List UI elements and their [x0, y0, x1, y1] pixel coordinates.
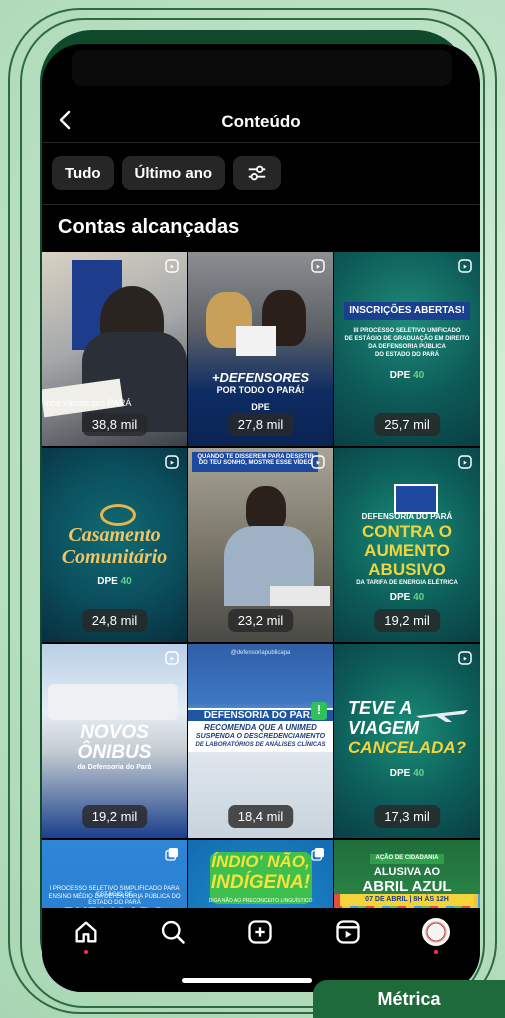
reels-icon	[311, 259, 325, 273]
post-headline: VIAGEM	[348, 718, 420, 738]
post-headline: INSCRIÇÕES ABERTAS!	[349, 305, 465, 316]
post-subline: DE LABORATÓRIOS DE ANÁLISES CLÍNICAS	[195, 742, 326, 748]
post-headline: AUMENTO	[364, 541, 450, 560]
post-thumbnail[interactable]: QUANDO TE DISSEREM PARA DESISTIR DO TEU …	[188, 448, 333, 642]
post-headline: ALUSIVA AO	[373, 866, 441, 878]
post-thumbnail[interactable]: TEVE A VIAGEM CANCELADA? DPE 40 17,3 mil	[334, 644, 480, 838]
filter-last-year-chip[interactable]: Último ano	[121, 156, 226, 190]
top-bar: Conteúdo	[42, 102, 480, 142]
post-headline: CONTRA O	[361, 522, 453, 541]
post-thumbnail[interactable]: DEFENSORIA DO PARÁ CONTRA O AUMENTO ABUS…	[334, 448, 480, 642]
post-tag: AÇÃO DE CIDADANIA	[375, 855, 439, 861]
reach-badge: 27,8 mil	[227, 413, 294, 436]
post-headline: INDÍGENA!	[210, 872, 311, 893]
post-headline: Comunitário	[61, 546, 168, 568]
phone-screen: Conteúdo Tudo Último ano Contas alcançad…	[42, 44, 480, 992]
reels-icon	[458, 259, 472, 273]
filter-settings-button[interactable]	[233, 156, 282, 190]
filter-all-chip[interactable]: Tudo	[52, 156, 114, 190]
reels-icon	[458, 651, 472, 665]
reels-icon	[311, 455, 325, 469]
bus-graphic	[48, 684, 178, 720]
post-headline: CANCELADA?	[348, 738, 467, 757]
post-subline: POR TODO O PARÁ!	[216, 385, 305, 395]
reach-badge: 17,3 mil	[374, 805, 440, 828]
post-subline: da Defensoria do Pará	[77, 764, 152, 771]
logo: DPE 40	[389, 768, 425, 779]
divider	[42, 142, 480, 143]
post-headline: TEVE A	[348, 698, 413, 718]
post-subline: DEFENSORIA DO PARÁ	[361, 512, 453, 521]
sliders-icon	[248, 165, 266, 181]
post-headline: ABUSIVO	[368, 560, 446, 579]
filter-chips: Tudo Último ano	[52, 156, 282, 190]
reach-badge: 19,2 mil	[81, 805, 148, 828]
home-icon[interactable]	[72, 918, 100, 946]
post-headline: Casamento	[68, 524, 161, 546]
overlay-text: nós vamos pro PARÁ	[46, 398, 132, 408]
search-icon[interactable]	[159, 918, 187, 946]
event-date: 07 DE ABRIL | 8H ÀS 12H	[365, 896, 449, 903]
post-thumbnail[interactable]: Casamento Comunitário DPE 40 24,8 mil	[42, 448, 187, 642]
profile-avatar[interactable]	[422, 918, 450, 946]
reach-badge: 19,2 mil	[374, 609, 440, 632]
post-thumbnail[interactable]: INSCRIÇÕES ABERTAS! III PROCESSO SELETIV…	[334, 252, 480, 446]
post-subline: DA DEFENSORIA PÚBLICA	[368, 344, 446, 350]
post-thumbnail[interactable]: +DEFENSORES POR TODO O PARÁ! DPE 27,8 mi…	[188, 252, 333, 446]
status-bar	[72, 50, 452, 86]
home-indicator	[182, 978, 312, 983]
post-headline: NOVOS	[80, 722, 149, 743]
reels-icon	[165, 259, 179, 273]
page-title: Conteúdo	[221, 112, 301, 131]
post-headline: +DEFENSORES	[211, 370, 310, 385]
post-thumbnail[interactable]: nós vamos pro PARÁ 38,8 mil	[42, 252, 187, 446]
logo: DPE 40	[97, 576, 132, 587]
logo: DPE 40	[389, 370, 425, 381]
post-thumbnail[interactable]: NOVOS ÔNIBUS da Defensoria do Pará 19,2 …	[42, 644, 187, 838]
divider	[42, 204, 480, 205]
reels-icon	[165, 455, 179, 469]
post-subline: DE ESTÁGIO DE GRADUAÇÃO EM DIREITO	[344, 336, 470, 342]
notification-dot	[84, 950, 88, 954]
logo: DPE	[251, 402, 270, 412]
post-subline: SUSPENDA O DESCREDENCIAMENTO	[195, 733, 326, 740]
reels-icon	[165, 651, 179, 665]
video-caption: QUANDO TE DISSEREM PARA DESISTIR DO TEU …	[197, 454, 314, 466]
alert-icon: !	[311, 702, 327, 720]
post-headline: ABRIL AZUL	[362, 878, 452, 895]
certificate-graphic	[236, 326, 276, 356]
post-handle: @defensoriapublicapa	[230, 650, 291, 656]
create-post-icon[interactable]	[246, 918, 274, 946]
post-thumbnail[interactable]: @defensoriapublicapa DEFENSORIA DO PARÁ …	[188, 644, 333, 838]
airplane-icon	[416, 710, 468, 722]
meter-graphic	[394, 484, 438, 514]
reels-icon[interactable]	[334, 918, 362, 946]
rings-graphic	[100, 504, 136, 526]
carousel-icon	[165, 848, 178, 861]
reach-badge: 23,2 mil	[227, 609, 294, 632]
metric-label: Métrica	[313, 980, 505, 1018]
reach-badge: 38,8 mil	[81, 413, 148, 436]
post-headline: ÔNIBUS	[77, 742, 152, 763]
reach-badge: 25,7 mil	[374, 413, 440, 436]
content-grid: nós vamos pro PARÁ 38,8 mil +DEFENSORES …	[42, 252, 480, 992]
section-title: Contas alcançadas	[58, 216, 240, 238]
post-subline: III PROCESSO SELETIVO UNIFICADO	[353, 328, 461, 334]
reach-badge: 24,8 mil	[81, 609, 148, 632]
carousel-icon	[311, 848, 324, 861]
reach-badge: 18,4 mil	[227, 805, 294, 828]
post-subline: DIGA NÃO AO PRECONCEITO LINGUÍSTICO	[208, 898, 313, 904]
post-subline: DA TARIFA DE ENERGIA ELÉTRICA	[356, 580, 458, 586]
post-subline: DO ESTADO DO PARÁ	[374, 352, 440, 358]
notification-dot	[434, 950, 438, 954]
paper-graphic	[270, 586, 330, 606]
reels-icon	[458, 455, 472, 469]
logo: DPE 40	[389, 592, 425, 603]
post-subline: RECOMENDA QUE A UNIMED	[204, 723, 317, 732]
